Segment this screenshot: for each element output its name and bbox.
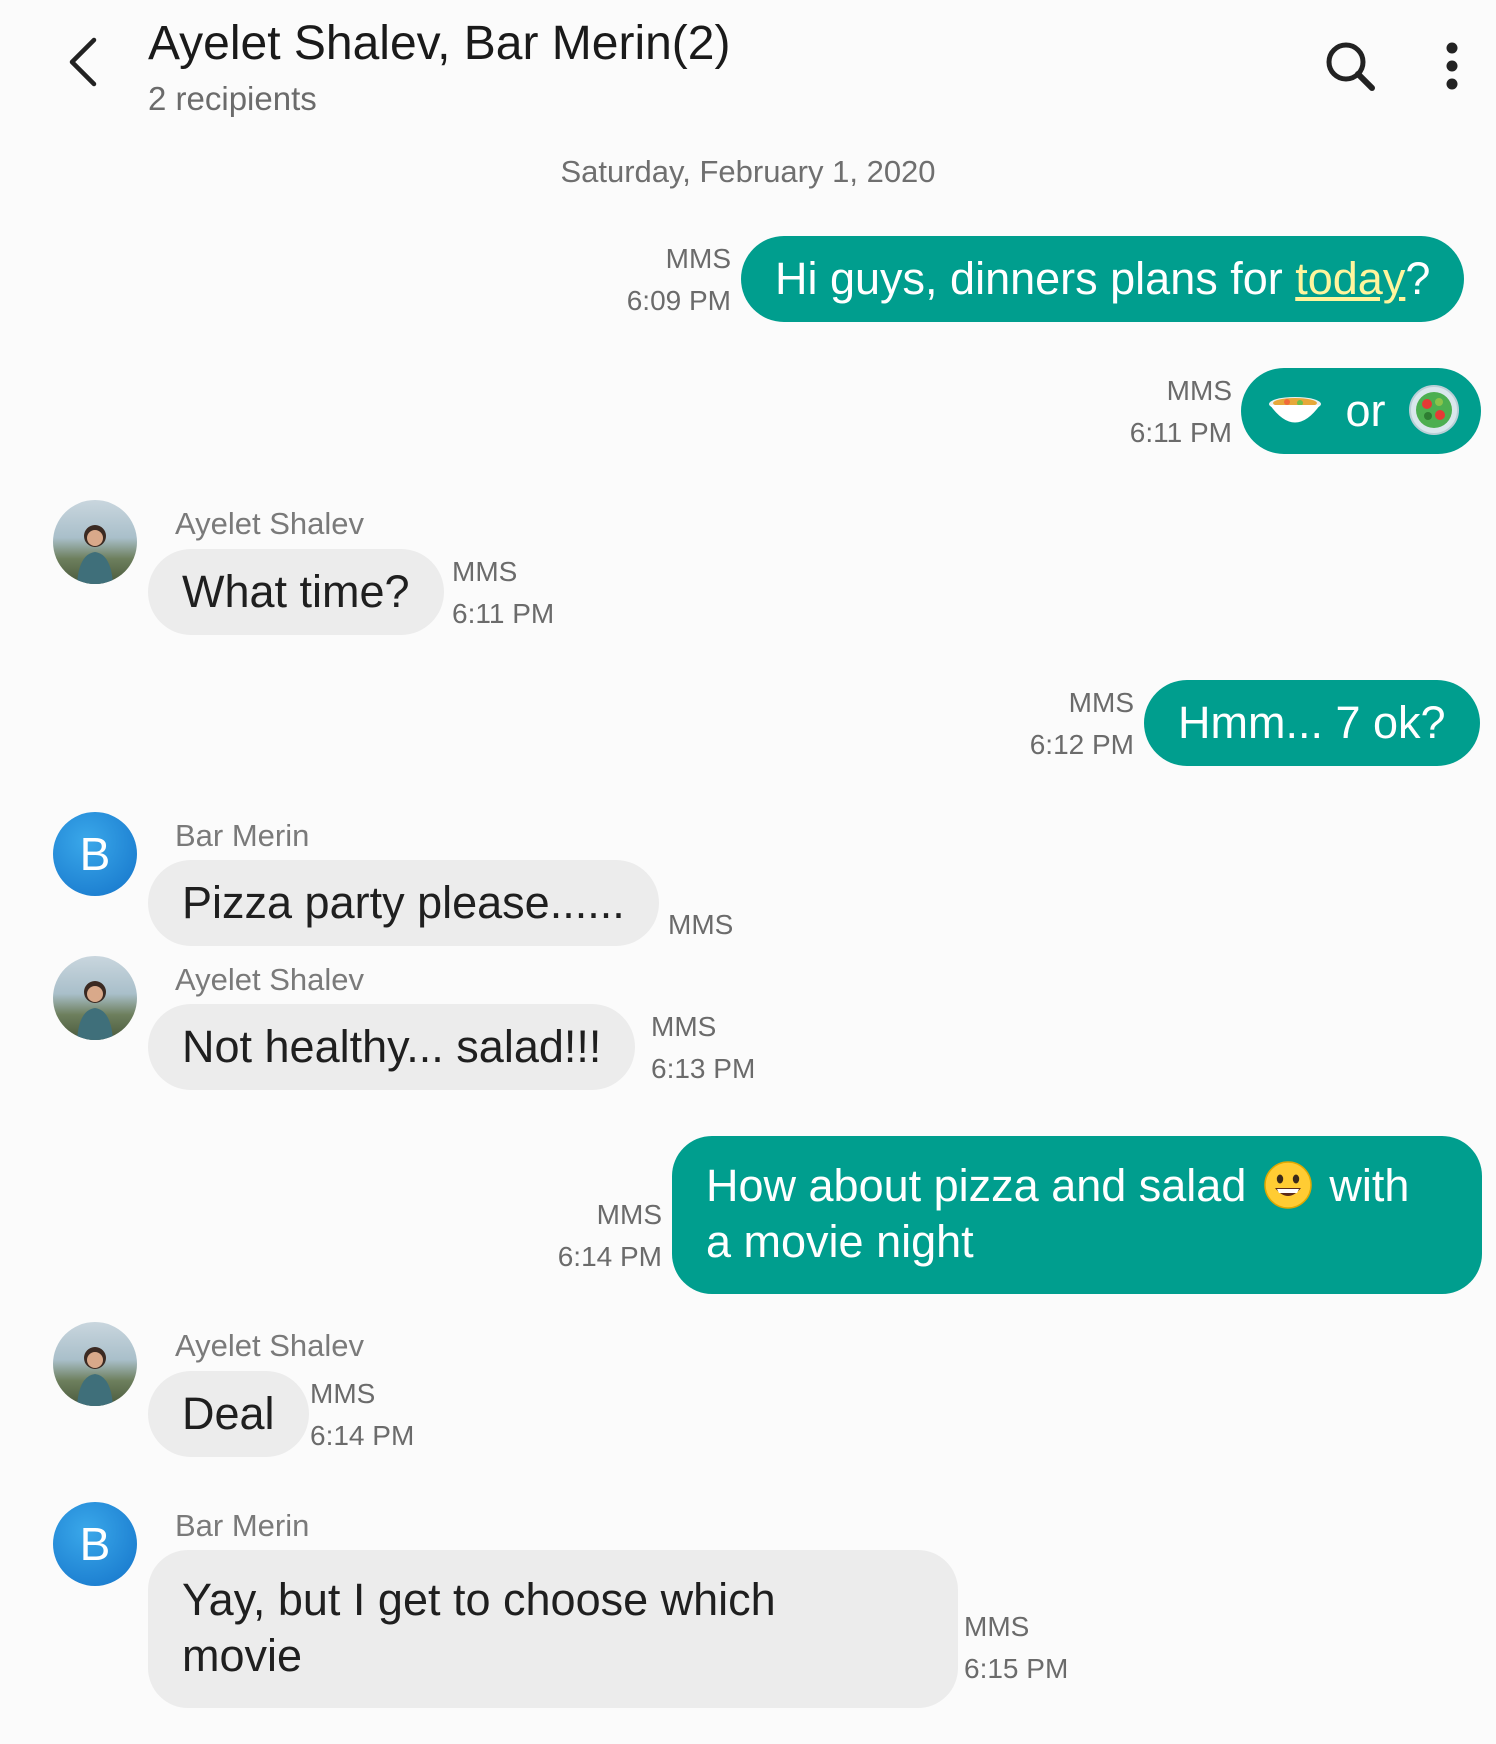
message-meta: MMS 6:13 PM [651,1006,755,1090]
avatar[interactable] [53,956,137,1040]
message-meta: MMS 6:11 PM [1130,370,1232,454]
message-line: a movie night [706,1216,974,1267]
date-separator: Saturday, February 1, 2020 [560,154,936,189]
message-meta: MMS 6:12 PM [1030,682,1134,766]
message-text: Deal [182,1388,275,1439]
message-meta: MMS 6:14 PM [310,1373,414,1457]
outgoing-message-bubble[interactable]: How about pizza and salad with a movie n… [672,1136,1482,1294]
message-link[interactable]: today [1295,253,1405,304]
message-text: ? [1405,253,1431,304]
message-meta: MMS [668,904,733,946]
message-type: MMS [964,1611,1030,1642]
message-text: Hmm... 7 ok? [1178,697,1446,748]
sender-name: Ayelet Shalev [175,506,364,541]
salad-icon [1409,385,1460,436]
search-icon[interactable] [1322,38,1378,94]
sender-name: Bar Merin [175,1508,310,1543]
avatar[interactable] [53,500,137,584]
message-text: How about pizza and salad [706,1160,1247,1211]
message-line: How about pizza and salad with [706,1158,1448,1214]
message-type: MMS [651,1011,717,1042]
message-line: Yay, but I get to choose which [182,1574,776,1625]
sender-name: Bar Merin [175,818,310,853]
outgoing-message-bubble[interactable]: Hmm... 7 ok? [1144,680,1480,766]
message-type: MMS [1166,375,1232,406]
contact-photo-icon [77,1347,113,1406]
message-meta: MMS 6:11 PM [452,551,554,635]
grinning-face-icon [1264,1161,1312,1209]
message-type: MMS [310,1378,376,1409]
message-text: Hi guys, dinners plans for [775,253,1296,304]
message-time: 6:13 PM [651,1053,756,1084]
avatar[interactable]: B [53,812,137,896]
sender-name: Ayelet Shalev [175,1328,364,1363]
avatar[interactable]: B [53,1502,137,1586]
message-time: 6:14 PM [557,1241,662,1272]
outgoing-message-bubble[interactable]: Hi guys, dinners plans for today? [741,236,1465,322]
message-type: MMS [668,909,734,940]
message-time: 6:09 PM [626,285,731,316]
message-time: 6:15 PM [964,1653,1069,1684]
incoming-message-bubble[interactable]: Not healthy... salad!!! [148,1004,636,1090]
incoming-message-bubble[interactable]: What time? [148,549,444,635]
message-text: or [1345,385,1386,436]
message-meta: MMS 6:14 PM [558,1194,662,1278]
message-line: movie [182,1630,303,1681]
bowl-with-soup-icon [1269,397,1321,423]
message-text: Pizza party please...... [182,877,625,928]
message-type: MMS [452,556,518,587]
message-text: Not healthy... salad!!! [182,1021,602,1072]
message-text: with [1316,1160,1410,1211]
message-time: 6:11 PM [452,598,555,629]
recipients-count: 2 recipients [148,80,317,117]
message-time: 6:12 PM [1029,729,1134,760]
more-vertical-icon[interactable] [1432,38,1472,94]
message-time: 6:11 PM [1129,417,1232,448]
message-type: MMS [596,1199,662,1230]
message-meta: MMS 6:15 PM [964,1606,1068,1690]
back-arrow-icon[interactable] [62,34,106,90]
outgoing-message-bubble[interactable]: or [1241,368,1481,454]
sender-name: Ayelet Shalev [175,962,364,997]
conversation-title[interactable]: Ayelet Shalev, Bar Merin(2) [148,16,730,71]
message-time: 6:14 PM [310,1420,415,1451]
incoming-message-bubble[interactable]: Yay, but I get to choose which movie [148,1550,958,1708]
incoming-message-bubble[interactable]: Pizza party please...... [148,860,659,946]
message-type: MMS [1068,687,1134,718]
contact-photo-icon [77,525,113,584]
avatar[interactable] [53,1322,137,1406]
contact-photo-icon [77,981,113,1040]
message-meta: MMS 6:09 PM [627,238,731,322]
message-type: MMS [665,243,731,274]
incoming-message-bubble[interactable]: Deal [148,1371,309,1457]
message-text: What time? [182,566,410,617]
